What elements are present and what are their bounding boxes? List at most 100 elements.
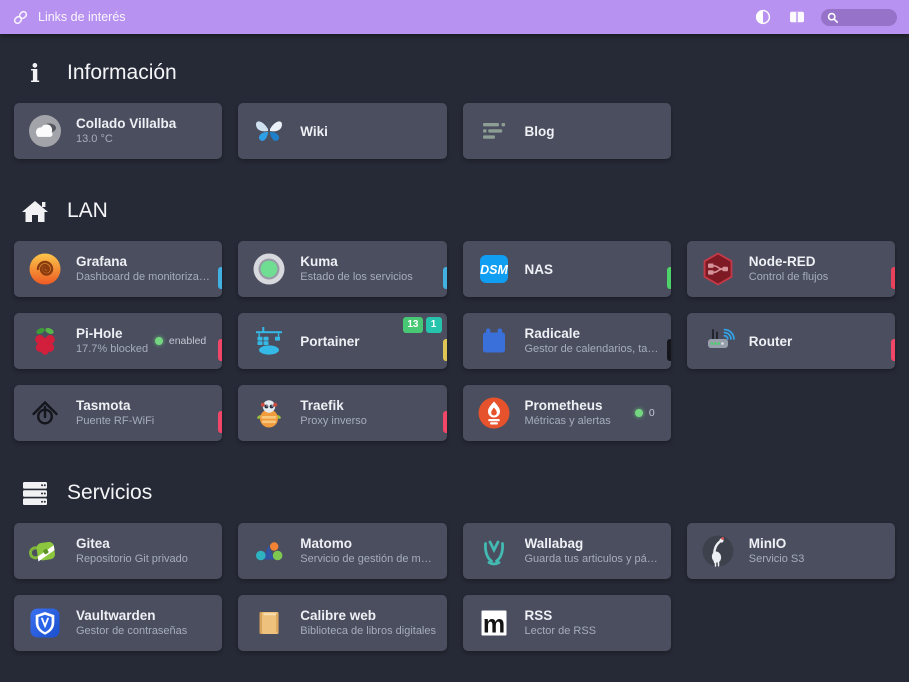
uptime-kuma-logo-icon <box>250 250 288 288</box>
status-strip <box>443 267 447 289</box>
card-tasmota[interactable]: Tasmota Puente RF-WiFi <box>14 385 222 441</box>
card-title: Tasmota <box>76 398 212 413</box>
home-icon <box>20 198 50 224</box>
status-strip <box>443 411 447 433</box>
card-prometheus[interactable]: Prometheus Métricas y alertas 0 <box>463 385 671 441</box>
card-calibre-web[interactable]: Calibre web Biblioteca de libros digital… <box>238 595 446 651</box>
card-subtitle: Lector de RSS <box>525 625 661 638</box>
card-subtitle: Métricas y alertas <box>525 415 629 428</box>
status-strip <box>443 339 447 361</box>
card-matomo[interactable]: Matomo Servicio de gestión de métricas <box>238 523 446 579</box>
card-traefik[interactable]: Traefik Proxy inverso <box>238 385 446 441</box>
card-subtitle: Proxy inverso <box>300 415 436 428</box>
status-indicator: 0 <box>635 407 661 419</box>
card-grafana[interactable]: Grafana Dashboard de monitorización <box>14 241 222 297</box>
status-label: 0 <box>649 407 655 419</box>
search-box[interactable] <box>821 9 897 26</box>
card-subtitle: Guarda tus articulos y páginas web <box>525 553 661 566</box>
card-subtitle: Gestor de contraseñas <box>76 625 212 638</box>
status-strip <box>218 267 222 289</box>
navbar-title: Links de interés <box>38 10 126 24</box>
blog-lines-icon <box>475 112 513 150</box>
card-portainer[interactable]: Portainer 131 <box>238 313 446 369</box>
card-kuma[interactable]: Kuma Estado de los servicios <box>238 241 446 297</box>
card-title: Pi-Hole <box>76 326 149 341</box>
router-icon <box>699 322 737 360</box>
service-group-informaci-n: i Información Collado Villalba 13.0 °C W… <box>14 58 895 159</box>
card-vaultwarden[interactable]: Vaultwarden Gestor de contraseñas <box>14 595 222 651</box>
card-router[interactable]: Router <box>687 313 895 369</box>
card-grid: Grafana Dashboard de monitorización Kuma… <box>14 241 895 441</box>
calibre-book-icon <box>250 604 288 642</box>
card-subtitle: 13.0 °C <box>76 133 212 146</box>
gitea-logo-icon <box>26 532 64 570</box>
link-icon <box>12 9 29 26</box>
theme-toggle-button[interactable] <box>753 7 773 27</box>
service-group-lan: LAN Grafana Dashboard de monitorización … <box>14 196 895 441</box>
theme-toggle-icon <box>755 9 771 25</box>
info-icon: i <box>20 59 50 87</box>
card-subtitle: Puente RF-WiFi <box>76 415 212 428</box>
card-title: Vaultwarden <box>76 608 212 623</box>
card-title: MinIO <box>749 536 885 551</box>
card-title: Wallabag <box>525 536 661 551</box>
service-group-servicios: Servicios Gitea Repositorio Git privado … <box>14 478 895 651</box>
card-nas[interactable]: DSM NAS <box>463 241 671 297</box>
card-title: Radicale <box>525 326 661 341</box>
group-title: LAN <box>67 196 108 226</box>
card-wallabag[interactable]: Wallabag Guarda tus articulos y páginas … <box>463 523 671 579</box>
card-title: Router <box>749 334 885 349</box>
card-title: Calibre web <box>300 608 436 623</box>
status-strip <box>218 411 222 433</box>
card-title: Grafana <box>76 254 212 269</box>
status-strip <box>891 267 895 289</box>
card-subtitle: 17.7% blocked <box>76 343 149 356</box>
navbar-title-link[interactable]: Links de interés <box>12 9 126 26</box>
card-pi-hole[interactable]: Pi-Hole 17.7% blocked enabled <box>14 313 222 369</box>
card-minio[interactable]: MinIO Servicio S3 <box>687 523 895 579</box>
card-title: Blog <box>525 124 661 139</box>
card-title: Kuma <box>300 254 436 269</box>
card-rss[interactable]: m RSS Lector de RSS <box>463 595 671 651</box>
card-subtitle: Gestor de calendarios, tareas y contacto… <box>525 343 661 356</box>
badge: 13 <box>403 317 422 333</box>
card-subtitle: Biblioteca de libros digitales <box>300 625 436 638</box>
status-strip <box>891 339 895 361</box>
badge: 1 <box>426 317 442 333</box>
matomo-logo-icon <box>250 532 288 570</box>
group-header: LAN <box>14 196 895 226</box>
minio-logo-icon <box>699 532 737 570</box>
group-header: i Información <box>14 58 895 88</box>
card-collado-villalba[interactable]: Collado Villalba 13.0 °C <box>14 103 222 159</box>
pihole-raspberry-icon <box>26 322 64 360</box>
card-subtitle: Servicio de gestión de métricas <box>300 553 436 566</box>
status-dot <box>155 337 163 345</box>
card-title: Node-RED <box>749 254 885 269</box>
card-title: Traefik <box>300 398 436 413</box>
search-input[interactable] <box>842 10 886 24</box>
traefik-gopher-icon <box>250 394 288 432</box>
layout-toggle-button[interactable] <box>787 8 807 26</box>
status-label: enabled <box>169 335 206 347</box>
svg-text:m: m <box>482 611 504 639</box>
card-node-red[interactable]: Node-RED Control de flujos <box>687 241 895 297</box>
card-title: NAS <box>525 262 661 277</box>
card-title: RSS <box>525 608 661 623</box>
portainer-logo-icon <box>250 322 288 360</box>
card-wiki[interactable]: Wiki <box>238 103 446 159</box>
card-subtitle: Estado de los servicios <box>300 271 436 284</box>
card-radicale[interactable]: Radicale Gestor de calendarios, tareas y… <box>463 313 671 369</box>
grafana-logo-icon <box>26 250 64 288</box>
miniflux-logo-icon: m <box>475 604 513 642</box>
group-title: Información <box>67 58 177 88</box>
card-title: Collado Villalba <box>76 116 212 131</box>
node-red-logo-icon <box>699 250 737 288</box>
status-strip <box>667 267 671 289</box>
group-title: Servicios <box>67 478 152 508</box>
navbar-actions <box>753 7 897 27</box>
status-strip <box>667 339 671 361</box>
synology-dsm-logo-icon: DSM <box>475 250 513 288</box>
card-blog[interactable]: Blog <box>463 103 671 159</box>
card-grid: Gitea Repositorio Git privado Matomo Ser… <box>14 523 895 651</box>
card-gitea[interactable]: Gitea Repositorio Git privado <box>14 523 222 579</box>
